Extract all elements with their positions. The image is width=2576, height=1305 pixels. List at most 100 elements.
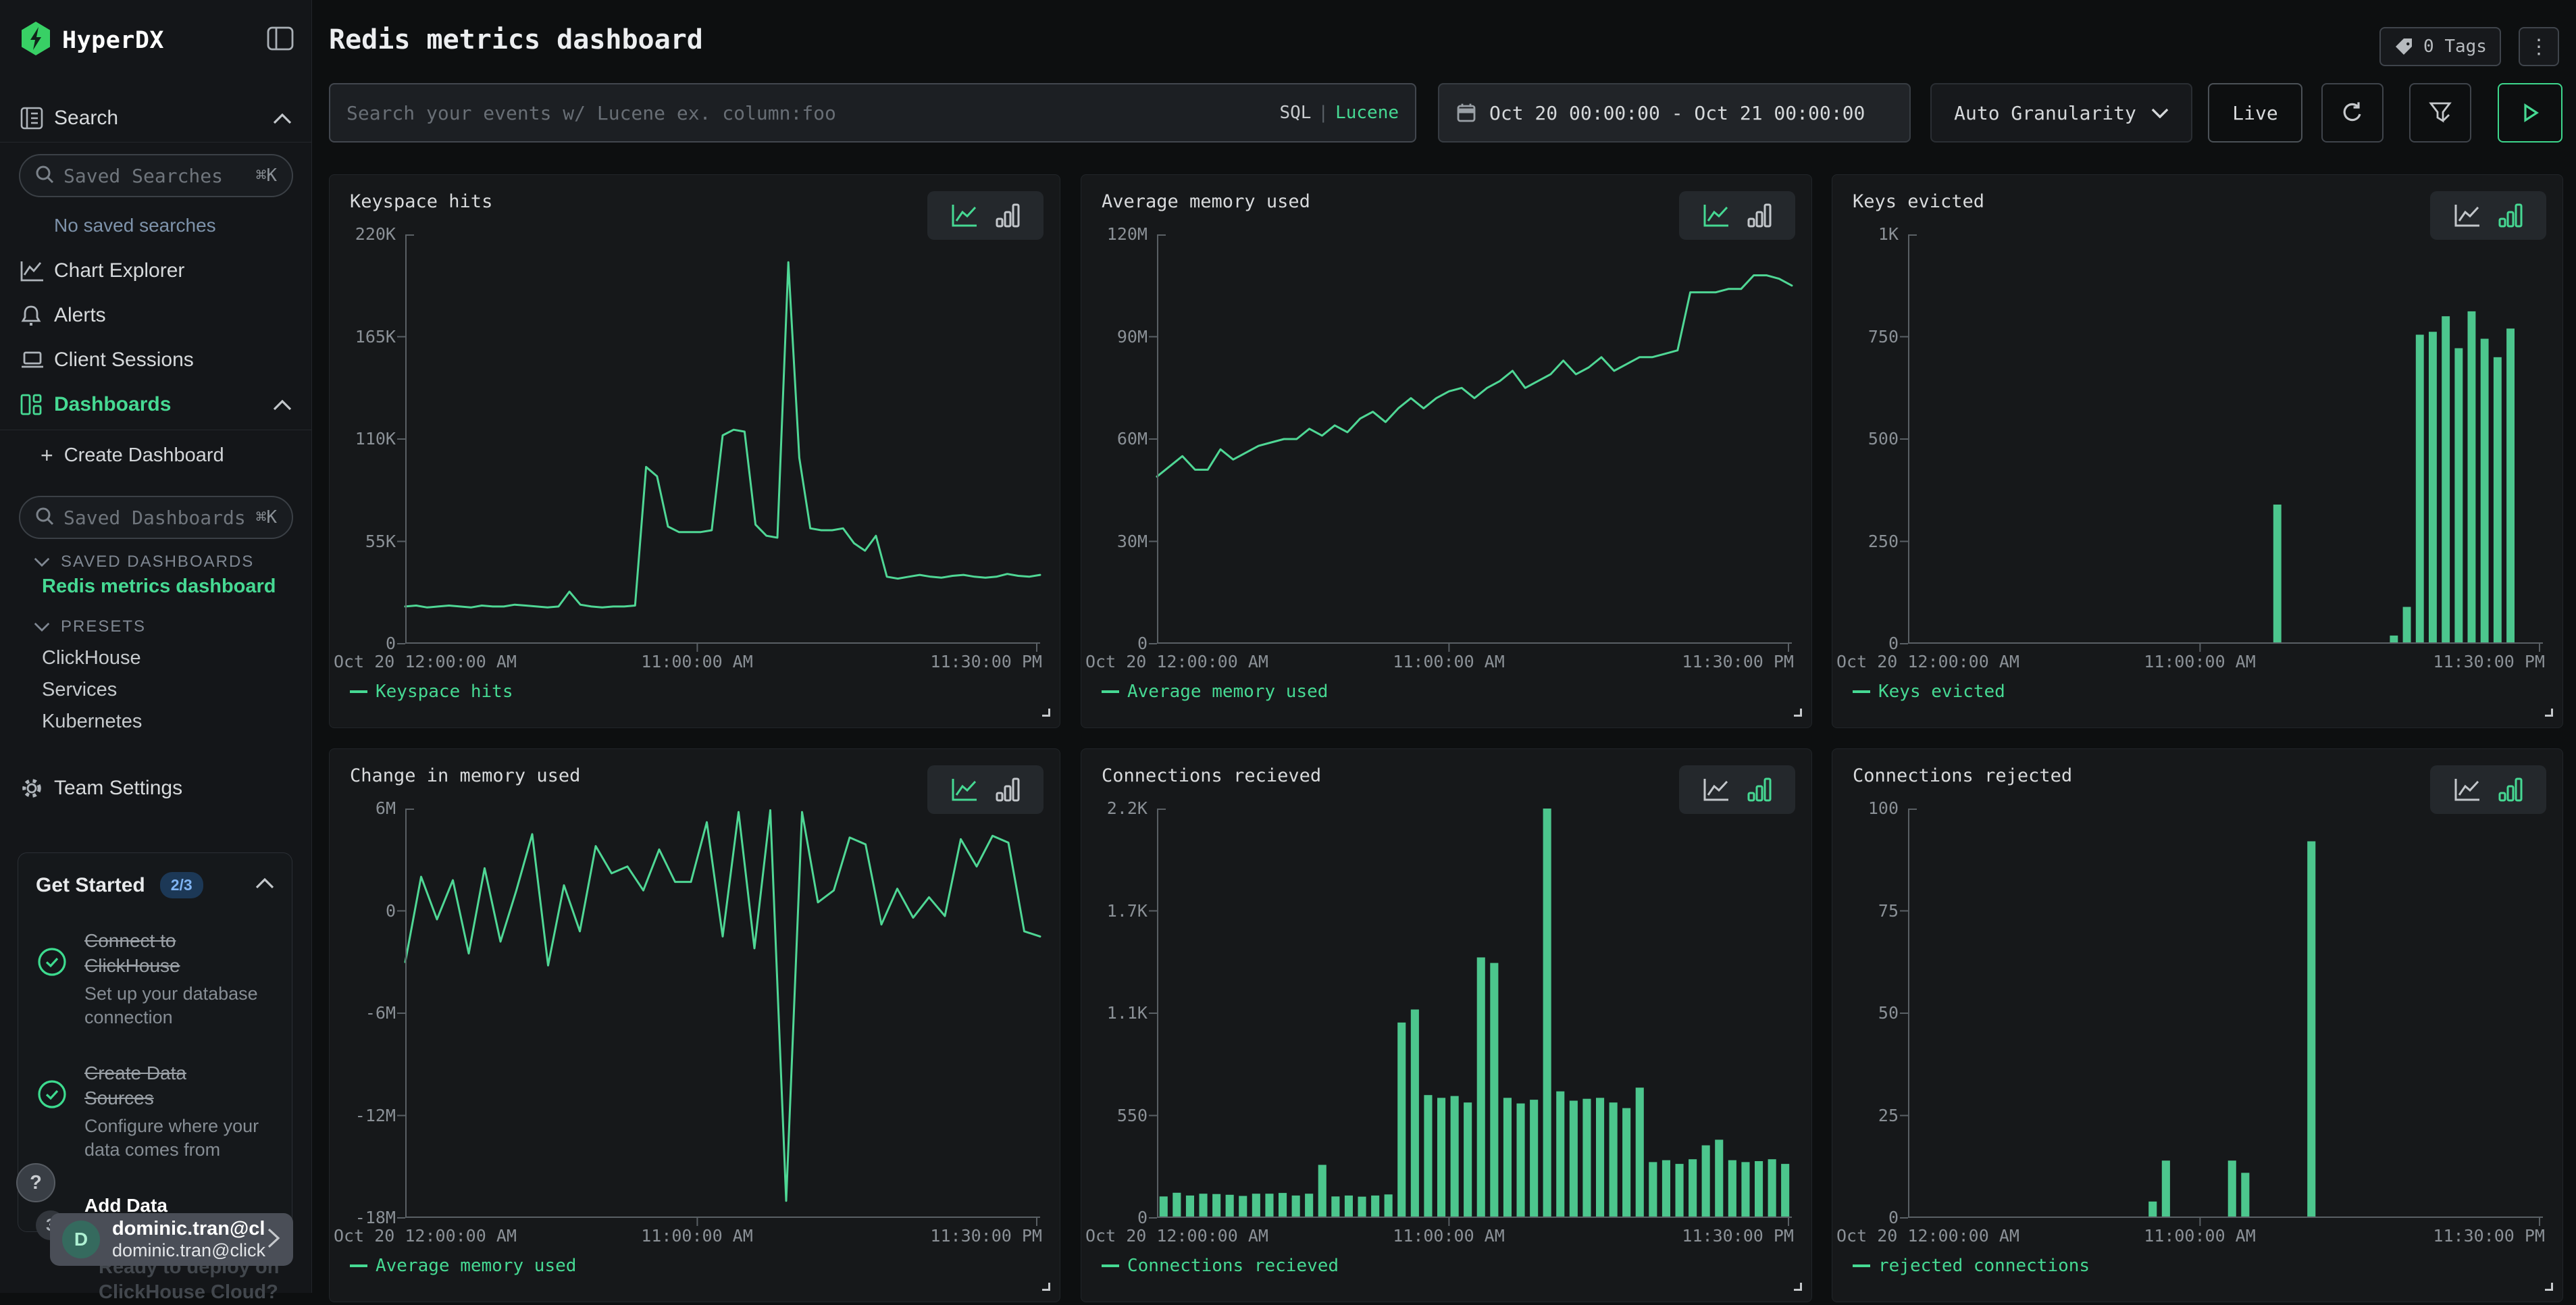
sidebar-item-label: Dashboards bbox=[54, 393, 171, 416]
event-search-input[interactable]: SQL|Lucene bbox=[329, 83, 1416, 143]
step-title: Connect to ClickHouse bbox=[84, 928, 253, 978]
line-chart-icon[interactable] bbox=[951, 777, 978, 802]
chart-type-toggle bbox=[2430, 765, 2546, 814]
help-button[interactable]: ? bbox=[16, 1163, 55, 1202]
sidebar-item-alerts[interactable]: Alerts bbox=[0, 293, 312, 338]
granularity-select[interactable]: Auto Granularity bbox=[1930, 83, 2192, 143]
sidebar-item-kubernetes[interactable]: Kubernetes bbox=[42, 711, 142, 733]
refresh-button[interactable] bbox=[2321, 83, 2384, 143]
saved-searches-input[interactable]: ⌘K bbox=[19, 154, 293, 197]
user-email: dominic.tran@clickho... bbox=[112, 1240, 266, 1261]
user-menu[interactable]: D dominic.tran@clic... dominic.tran@clic… bbox=[50, 1213, 293, 1266]
step-desc: Set up your database connection bbox=[84, 982, 267, 1029]
line-chart-icon[interactable] bbox=[1703, 203, 1730, 228]
saved-dashboards-input[interactable]: ⌘K bbox=[19, 496, 293, 539]
sidebar-item-redis-dashboard[interactable]: Redis metrics dashboard bbox=[42, 575, 276, 598]
resize-handle[interactable] bbox=[1794, 1283, 1802, 1291]
tags-button[interactable]: 0 Tags bbox=[2379, 27, 2501, 66]
refresh-icon bbox=[2340, 101, 2365, 125]
chart-type-toggle bbox=[927, 765, 1044, 814]
sidebar-item-client-sessions[interactable]: Client Sessions bbox=[0, 338, 312, 382]
presets-header[interactable]: PRESETS bbox=[34, 617, 146, 636]
bar-chart-icon[interactable] bbox=[2498, 203, 2523, 228]
resize-handle[interactable] bbox=[2545, 709, 2553, 717]
sidebar-item-team-settings[interactable]: Team Settings bbox=[0, 766, 312, 811]
laptop-icon bbox=[20, 350, 53, 370]
bar-chart-icon[interactable] bbox=[1747, 777, 1772, 802]
event-search-field[interactable] bbox=[346, 102, 1279, 124]
resize-handle[interactable] bbox=[1794, 709, 1802, 717]
chevron-up-icon[interactable] bbox=[273, 107, 292, 130]
bar-chart-icon[interactable] bbox=[1747, 203, 1772, 228]
sidebar-item-search[interactable]: Search bbox=[0, 96, 312, 140]
create-dashboard-label: Create Dashboard bbox=[64, 444, 224, 467]
progress-badge: 2/3 bbox=[160, 872, 203, 898]
bar-chart-icon[interactable] bbox=[996, 203, 1020, 228]
sidebar-item-label: Client Sessions bbox=[54, 349, 194, 372]
resize-handle[interactable] bbox=[1042, 1283, 1050, 1291]
line-chart-icon[interactable] bbox=[2454, 203, 2481, 228]
line-chart-icon[interactable] bbox=[951, 203, 978, 228]
sidebar-item-chart-explorer[interactable]: Chart Explorer bbox=[0, 249, 312, 293]
sidebar-item-label: Alerts bbox=[54, 304, 106, 327]
legend-swatch bbox=[1102, 1264, 1119, 1267]
resize-handle[interactable] bbox=[2545, 1283, 2553, 1291]
bar-chart-icon[interactable] bbox=[996, 777, 1020, 802]
run-query-button[interactable] bbox=[2498, 83, 2562, 143]
chevron-right-icon bbox=[266, 1227, 281, 1253]
lucene-option: Lucene bbox=[1335, 103, 1399, 123]
chart-title: Change in memory used bbox=[350, 765, 580, 786]
chart-legend[interactable]: Average memory used bbox=[1102, 682, 1328, 702]
legend-swatch bbox=[1853, 690, 1870, 693]
sidebar: HyperDX Search ⌘K No save bbox=[0, 0, 312, 1293]
chart-legend[interactable]: rejected connections bbox=[1853, 1256, 2090, 1276]
plot-area bbox=[1908, 234, 2543, 644]
live-button[interactable]: Live bbox=[2208, 83, 2302, 143]
chevron-down-icon bbox=[2151, 108, 2169, 118]
filter-button[interactable] bbox=[2409, 83, 2471, 143]
hyperdx-logo-icon bbox=[20, 22, 51, 59]
chart-explorer-icon bbox=[20, 260, 53, 282]
chevron-up-icon[interactable] bbox=[273, 393, 292, 416]
chart-card-keys-evicted: Keys evicted 1K7505002500 Oct 20 12:00:0… bbox=[1832, 174, 2563, 728]
line-chart-icon[interactable] bbox=[2454, 777, 2481, 802]
date-range-picker[interactable]: Oct 20 00:00:00 - Oct 21 00:00:00 bbox=[1438, 83, 1911, 143]
collapse-sidebar-icon[interactable] bbox=[267, 26, 294, 54]
divider bbox=[0, 142, 311, 143]
get-started-step-sources[interactable]: Create Data Sources Configure where your… bbox=[36, 1060, 274, 1162]
sidebar-item-clickhouse[interactable]: ClickHouse bbox=[42, 647, 141, 669]
plot-area bbox=[1908, 809, 2543, 1218]
chart-legend[interactable]: Keyspace hits bbox=[350, 682, 513, 702]
chevron-down-icon bbox=[34, 557, 50, 567]
bar-chart-icon[interactable] bbox=[2498, 777, 2523, 802]
check-circle-icon bbox=[36, 1060, 84, 1162]
dashboard-menu-button[interactable]: ⋮ bbox=[2519, 27, 2559, 66]
create-dashboard-button[interactable]: + Create Dashboard bbox=[41, 443, 224, 468]
funnel-edit-icon bbox=[2428, 101, 2452, 125]
query-language-toggle[interactable]: SQL|Lucene bbox=[1279, 103, 1399, 123]
saved-dashboards-header[interactable]: SAVED DASHBOARDS bbox=[34, 553, 254, 571]
check-circle-icon bbox=[36, 928, 84, 1029]
plus-icon: + bbox=[41, 443, 53, 468]
chart-card-memory-change: Change in memory used 6M0-6M-12M-18M Oct… bbox=[329, 748, 1060, 1302]
chart-legend[interactable]: Average memory used bbox=[350, 1256, 576, 1276]
saved-searches-field[interactable] bbox=[63, 165, 256, 187]
resize-handle[interactable] bbox=[1042, 709, 1050, 717]
legend-swatch bbox=[1102, 690, 1119, 693]
get-started-step-connect[interactable]: Connect to ClickHouse Set up your databa… bbox=[36, 928, 274, 1029]
chart-legend[interactable]: Connections recieved bbox=[1102, 1256, 1339, 1276]
plot-area bbox=[405, 234, 1040, 644]
sidebar-item-dashboards[interactable]: Dashboards bbox=[0, 382, 312, 427]
shortcut-hint: ⌘K bbox=[256, 507, 277, 528]
sidebar-item-services[interactable]: Services bbox=[42, 679, 117, 701]
chart-card-keyspace-hits: Keyspace hits 220K165K110K55K0 Oct 20 12… bbox=[329, 174, 1060, 728]
chart-card-average-memory: Average memory used 120M90M60M30M0 Oct 2… bbox=[1081, 174, 1812, 728]
chart-title: Keys evicted bbox=[1853, 191, 1984, 212]
get-started-title: Get Started bbox=[36, 874, 145, 897]
dashboards-grid-icon bbox=[20, 394, 53, 415]
main-content: Redis metrics dashboard 0 Tags ⋮ SQL|Luc… bbox=[312, 0, 2576, 1293]
chart-legend[interactable]: Keys evicted bbox=[1853, 682, 2005, 702]
line-chart-icon[interactable] bbox=[1703, 777, 1730, 802]
chevron-up-icon[interactable] bbox=[255, 878, 274, 892]
saved-dashboards-field[interactable] bbox=[63, 507, 256, 529]
